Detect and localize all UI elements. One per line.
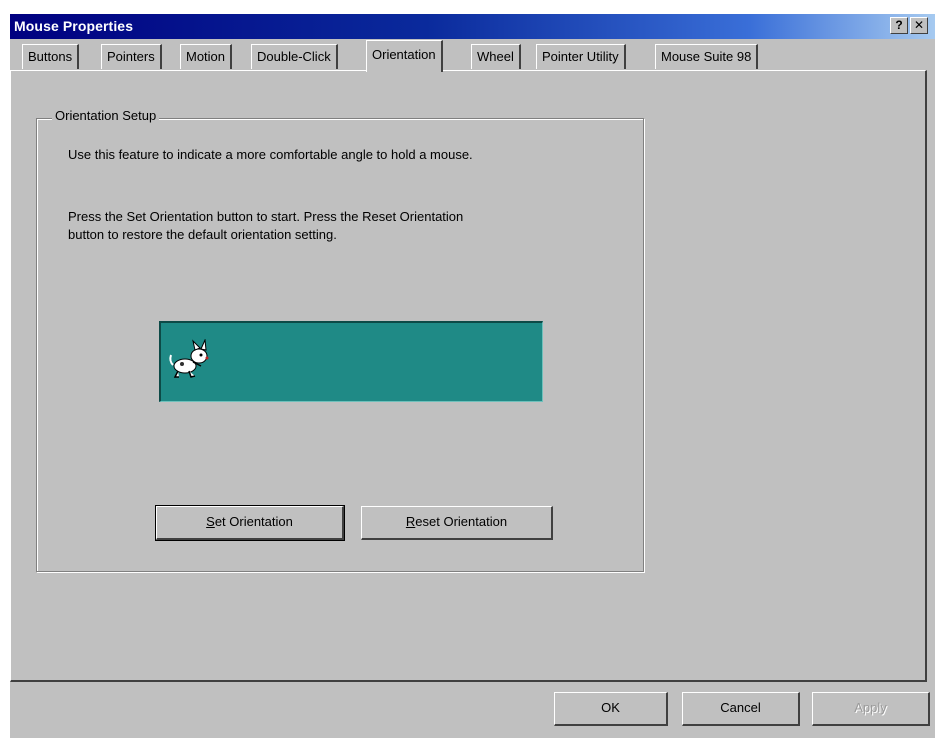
- group-label: Orientation Setup: [52, 108, 160, 123]
- description-text: Use this feature to indicate a more comf…: [68, 147, 473, 162]
- cancel-button[interactable]: Cancel: [682, 692, 800, 726]
- close-button[interactable]: ✕: [910, 17, 928, 34]
- set-label: et Orientation: [214, 514, 293, 529]
- mouse-character-icon: [169, 339, 209, 378]
- tab-mouse-suite-98[interactable]: Mouse Suite 98: [655, 44, 759, 69]
- reset-mnemonic: R: [405, 514, 416, 529]
- apply-label: Apply: [854, 700, 887, 715]
- tab-pointer-utility[interactable]: Pointer Utility: [536, 44, 626, 69]
- instructions-line-1: Press the Set Orientation button to star…: [68, 209, 464, 224]
- tab-double-click[interactable]: Double-Click: [251, 44, 338, 69]
- reset-label: eset Orientation: [415, 514, 508, 529]
- tab-wheel[interactable]: Wheel: [471, 44, 521, 69]
- title-bar[interactable]: Mouse Properties ? ✕: [10, 14, 935, 39]
- ok-button[interactable]: OK: [554, 692, 668, 726]
- help-icon: ?: [895, 18, 903, 32]
- set-orientation-button[interactable]: Set Orientation: [155, 505, 345, 541]
- tab-pointers[interactable]: Pointers: [101, 44, 162, 69]
- instructions-line-2: button to restore the default orientatio…: [68, 227, 337, 242]
- tab-buttons[interactable]: Buttons: [22, 44, 80, 69]
- tab-orientation[interactable]: Orientation: [366, 40, 443, 72]
- apply-button[interactable]: Apply: [812, 692, 930, 726]
- window-title: Mouse Properties: [14, 18, 134, 34]
- set-mnemonic: S: [206, 514, 215, 529]
- tab-motion[interactable]: Motion: [180, 44, 233, 69]
- close-icon: ✕: [913, 18, 925, 32]
- orientation-display[interactable]: [159, 321, 543, 402]
- help-button[interactable]: ?: [890, 17, 908, 34]
- reset-orientation-button[interactable]: Reset Orientation: [361, 506, 553, 540]
